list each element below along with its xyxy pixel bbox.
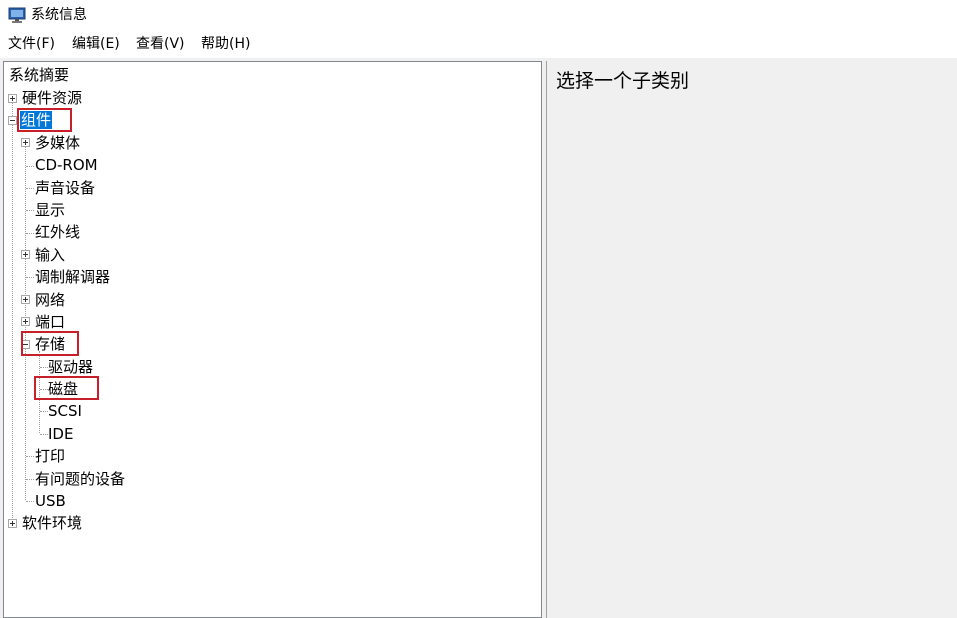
- menu-file[interactable]: 文件(F): [7, 35, 56, 53]
- tree-item-label: 调制解调器: [35, 268, 111, 286]
- tree-item-label: 驱动器: [48, 358, 94, 376]
- tree-item-label: 显示: [35, 201, 66, 219]
- tree-item-sound[interactable]: 声音设备: [34, 179, 96, 197]
- system-info-monitor-icon: [8, 7, 26, 23]
- tree-item-cdrom[interactable]: CD-ROM: [34, 156, 99, 174]
- tree-item-problem-devices[interactable]: 有问题的设备: [34, 470, 126, 488]
- menu-help[interactable]: 帮助(H): [200, 35, 251, 53]
- tree-item-scsi[interactable]: SCSI: [47, 402, 83, 420]
- expand-icon[interactable]: [21, 138, 30, 147]
- tree-item-infrared[interactable]: 红外线: [34, 223, 81, 241]
- tree-item-usb[interactable]: USB: [34, 492, 67, 510]
- tree-item-ports[interactable]: 端口: [34, 313, 66, 331]
- tree-item-multimedia[interactable]: 多媒体: [34, 134, 81, 152]
- tree-item-label: 输入: [35, 246, 66, 264]
- tree-item-label: 打印: [35, 447, 66, 465]
- highlight-box-disks: [34, 376, 99, 400]
- tree-connector: [26, 501, 34, 502]
- tree-connector: [26, 188, 34, 189]
- tree-item-label: CD-ROM: [35, 156, 98, 174]
- highlight-box-components: [17, 108, 72, 132]
- expand-icon[interactable]: [21, 317, 30, 326]
- tree-item-label: 端口: [35, 313, 66, 331]
- menu-edit[interactable]: 编辑(E): [71, 35, 121, 53]
- expand-icon[interactable]: [8, 519, 17, 528]
- tree-item-input[interactable]: 输入: [34, 246, 66, 264]
- tree-item-label: 硬件资源: [22, 89, 83, 107]
- detail-prompt: 选择一个子类别: [556, 70, 690, 92]
- tree-connector: [26, 233, 34, 234]
- tree-item-label: USB: [35, 492, 66, 510]
- expand-icon[interactable]: [8, 94, 17, 103]
- tree-connector: [26, 210, 34, 211]
- tree-item-label: IDE: [48, 425, 74, 443]
- collapse-icon[interactable]: [8, 116, 17, 125]
- tree-connector: [26, 277, 34, 278]
- tree-item-label: 软件环境: [22, 514, 83, 532]
- tree-connector: [26, 456, 34, 457]
- tree-item-label: 多媒体: [35, 134, 81, 152]
- expand-icon[interactable]: [21, 295, 30, 304]
- tree-item-label: 有问题的设备: [35, 470, 126, 488]
- tree-item-software-environment[interactable]: 软件环境: [21, 514, 83, 532]
- category-tree[interactable]: 系统摘要 硬件资源 组件 多媒体 CD-ROM 声音设备 显示 红外线 输入 调…: [3, 61, 542, 618]
- tree-item-system-summary[interactable]: 系统摘要: [8, 66, 70, 84]
- tree-item-network[interactable]: 网络: [34, 291, 66, 309]
- tree-item-modem[interactable]: 调制解调器: [34, 268, 111, 286]
- highlight-box-storage: [21, 331, 79, 356]
- menu-view[interactable]: 查看(V): [135, 35, 186, 53]
- tree-item-label: 红外线: [35, 223, 81, 241]
- tree-item-hardware-resources[interactable]: 硬件资源: [21, 89, 83, 107]
- tree-connector: [26, 479, 34, 480]
- tree-item-ide[interactable]: IDE: [47, 425, 74, 443]
- window-title: 系统信息: [31, 7, 87, 23]
- tree-connector: [12, 102, 13, 526]
- expand-icon[interactable]: [21, 250, 30, 259]
- title-bar: 系统信息: [0, 0, 957, 30]
- tree-item-display[interactable]: 显示: [34, 201, 66, 219]
- menu-bar: 文件(F) 编辑(E) 查看(V) 帮助(H): [0, 30, 957, 58]
- tree-item-label: 声音设备: [35, 179, 96, 197]
- tree-item-printing[interactable]: 打印: [34, 447, 66, 465]
- tree-item-label: 系统摘要: [9, 66, 70, 84]
- tree-item-label: 网络: [35, 291, 66, 309]
- detail-pane: 选择一个子类别: [546, 61, 957, 618]
- tree-item-drives[interactable]: 驱动器: [47, 358, 94, 376]
- tree-item-label: SCSI: [48, 402, 82, 420]
- tree-connector: [26, 166, 34, 167]
